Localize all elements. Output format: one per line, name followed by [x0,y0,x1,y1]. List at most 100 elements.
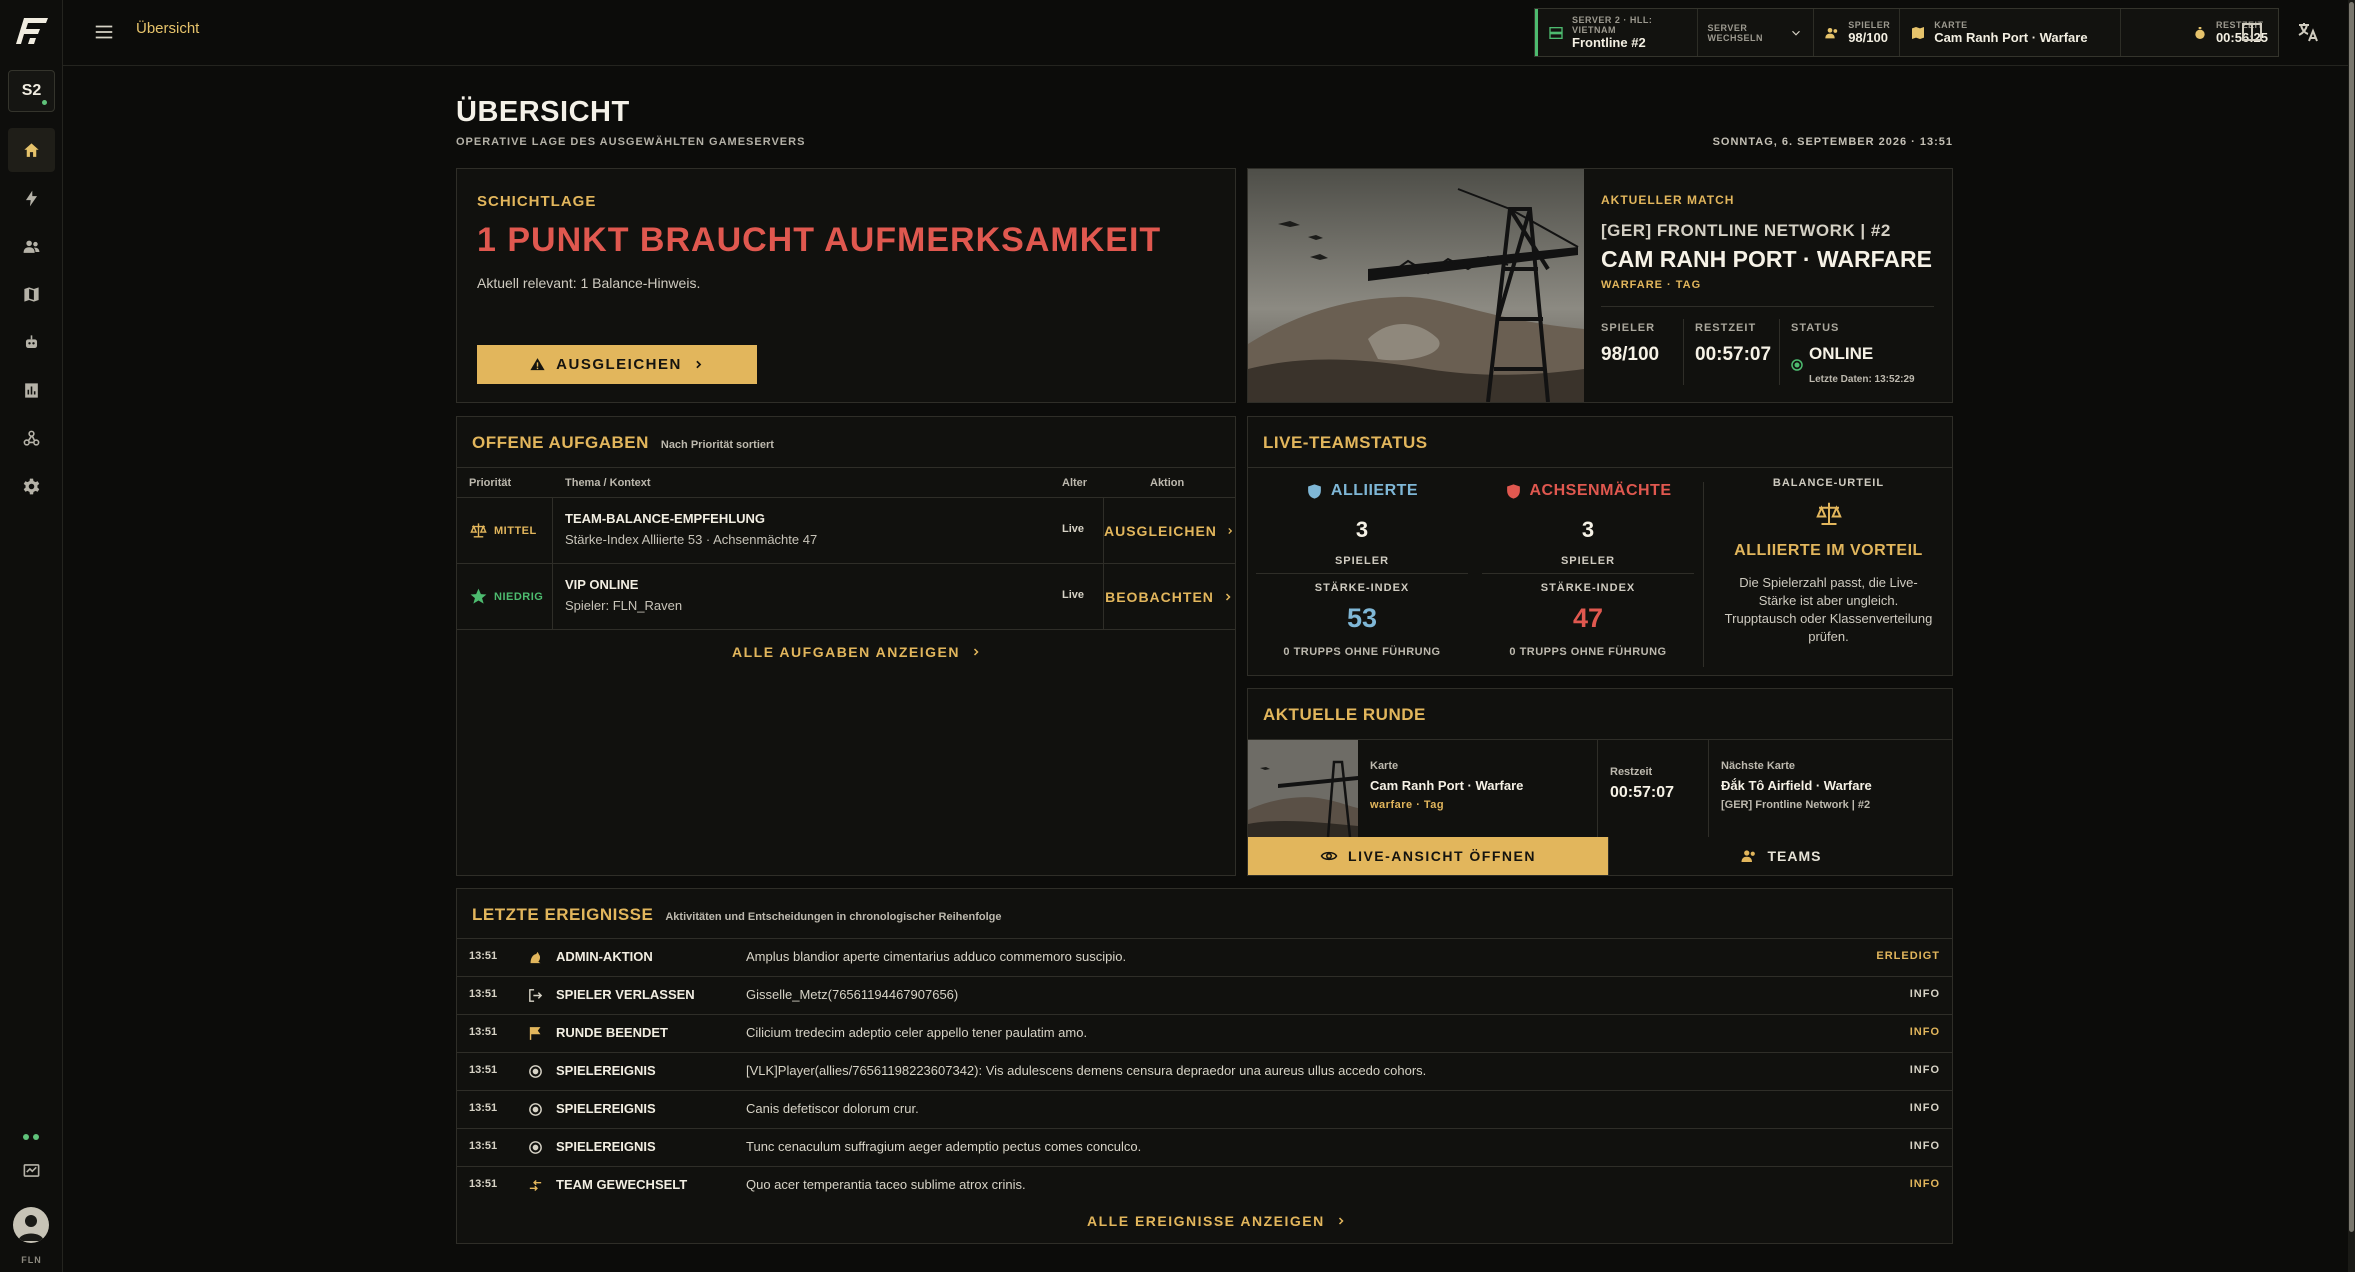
scrollbar-thumb[interactable] [2349,2,2354,1232]
server-name: Frontline #2 [1572,34,1646,50]
event-time: 13:51 [469,1102,498,1114]
task-context: Spieler: FLN_Raven [565,598,683,613]
map-icon [1912,26,1925,39]
scrollbar[interactable] [2348,0,2355,1272]
priority-low: NIEDRIG [457,564,553,629]
priority-label: NIEDRIG [494,590,544,603]
axis-players-label: SPIELER [1560,555,1616,567]
col-topic: Thema / Kontext [565,477,651,489]
balance-button[interactable]: AUSGLEICHEN [477,345,757,384]
server-select[interactable]: SERVER 2 · HLL: VIETNAM Frontline #2 [1535,9,1698,56]
server-label: SERVER 2 · HLL: VIETNAM [1572,14,1653,35]
avatar[interactable] [13,1207,49,1243]
chevron-down-icon [1792,30,1801,36]
layout-toggle-icon[interactable] [2240,20,2264,44]
allies-players-label: SPIELER [1334,555,1390,567]
server-badge[interactable]: S2 [8,70,55,112]
event-description: [VLK]Player(allies/76561198223607342): V… [746,1063,1427,1078]
chevron-right-icon [1338,1217,1344,1225]
event-type: SPIELER VERLASSEN [556,987,695,1002]
task-title: VIP ONLINE [565,577,639,592]
webhook-icon [23,430,40,446]
event-type: SPIELEREIGNIS [556,1063,656,1078]
event-type: RUNDE BEENDET [556,1025,668,1040]
nav-maps[interactable] [8,272,55,316]
round-title: AKTUELLE RUNDE [1263,705,1426,724]
menu-icon[interactable] [93,21,115,43]
alert-kicker: SCHICHTLAGE [477,193,597,210]
server-switch-button[interactable]: SERVER WECHSELN [1698,9,1815,56]
nav-settings[interactable] [8,464,55,508]
nav-players[interactable] [8,224,55,268]
task-title: TEAM-BALANCE-EMPFEHLUNG [565,511,766,526]
page-subtitle: OPERATIVE LAGE DES AUSGEWÄHLTEN GAMESERV… [456,136,806,148]
all-tasks-link[interactable]: ALLE AUFGABEN ANZEIGEN [732,644,982,660]
target-icon [529,1103,542,1116]
event-status-badge: ERLEDIGT [1876,950,1940,962]
event-status-badge: INFO [1909,1064,1940,1076]
nav-integrations[interactable] [8,416,55,460]
nav-home[interactable] [8,128,55,172]
map-image [1248,169,1584,402]
next-map-value: Đắk Tô Airfield · Warfare [1721,778,1872,793]
scale-icon [470,523,487,538]
round-map-value: Cam Ranh Port · Warfare [1370,778,1524,793]
nav-monitor[interactable] [8,1148,55,1192]
event-type: SPIELEREIGNIS [556,1101,656,1116]
events-subtitle: Aktivitäten und Entscheidungen in chrono… [665,911,1002,923]
tasks-header: Priorität Thema / Kontext Alter Aktion [457,467,1235,498]
event-status-badge: INFO [1909,1026,1940,1038]
divider [1597,740,1598,837]
team-allies: ALLIIERTE 3 SPIELER STÄRKE-INDEX 53 0 TR… [1256,482,1468,658]
breadcrumb[interactable]: Übersicht [136,20,199,37]
shift-status-panel: SCHICHTLAGE 1 PUNKT BRAUCHT AUFMERKSAMKE… [456,168,1236,403]
allies-name: ALLIIERTE [1256,482,1468,500]
nav-automation[interactable] [8,320,55,364]
round-info: Karte Cam Ranh Port · Warfare warfare · Ta… [1248,739,1952,837]
nav-statistics[interactable] [8,368,55,412]
event-row: 13:51 SPIELER VERLASSEN Gisselle_Metz(7656… [457,976,1952,1014]
star-icon [470,588,487,604]
event-time: 13:51 [469,1178,498,1190]
map-label: KARTE [1934,19,1968,30]
frontline-logo[interactable] [10,10,52,52]
all-events-link[interactable]: ALLE EREIGNISSE ANZEIGEN [1087,1213,1347,1229]
divider [1248,467,1952,468]
axis-strength: 47 [1572,603,1604,633]
crane-image [1248,169,1584,402]
divider [1683,319,1684,385]
event-time: 13:51 [469,1140,498,1152]
live-team-status-panel: LIVE-TEAMSTATUS ALLIIERTE 3 SPIELER STÄR… [1247,416,1953,676]
task-action-button[interactable]: AUSGLEICHEN [1103,498,1235,563]
match-server: [GER] FRONTLINE NETWORK | #2 [1601,221,1891,240]
users-icon [23,240,40,253]
axis-count: 3 [1581,517,1595,542]
page-title: ÜBERSICHT [456,96,630,128]
match-stats: SPIELER 98/100 RESTZEIT 00:57:07 STATUS ON… [1601,306,1934,391]
priority-label: MITTEL [494,524,537,537]
balance-label: BALANCE-URTEIL [1772,477,1885,489]
team-axis: ACHSENMÄCHTE 3 SPIELER STÄRKE-INDEX 47 0… [1482,482,1694,658]
chevron-right-icon [1225,592,1231,601]
col-action: Aktion [1150,477,1185,489]
server-icon [1549,26,1563,39]
task-row: MITTEL TEAM-BALANCE-EMPFEHLUNG Stärke-In… [457,498,1235,564]
user-icon [18,1215,44,1241]
all-tasks-label: ALLE AUFGABEN ANZEIGEN [732,644,960,660]
admin-icon [530,951,541,964]
priority-medium: MITTEL [457,498,553,563]
nav-actions[interactable] [8,176,55,220]
all-events-label: ALLE EREIGNISSE ANZEIGEN [1087,1213,1325,1229]
alert-title: 1 PUNKT BRAUCHT AUFMERKSAMKEIT [477,221,1162,259]
task-action-button[interactable]: BEOBACHTEN [1103,564,1235,629]
translate-icon[interactable] [2296,20,2320,44]
shield-icon [1506,483,1520,499]
status-dot [23,1134,29,1140]
server-badge-label: S2 [21,82,42,99]
event-description: Gisselle_Metz(76561194467907656) [746,987,959,1002]
event-status-badge: INFO [1909,1140,1940,1152]
col-age: Alter [1062,477,1088,489]
live-view-button[interactable]: LIVE-ANSICHT ÖFFNEN [1248,837,1608,875]
teams-button[interactable]: TEAMS [1608,837,1952,875]
event-description: Canis defetiscor dolorum crur. [746,1101,919,1116]
